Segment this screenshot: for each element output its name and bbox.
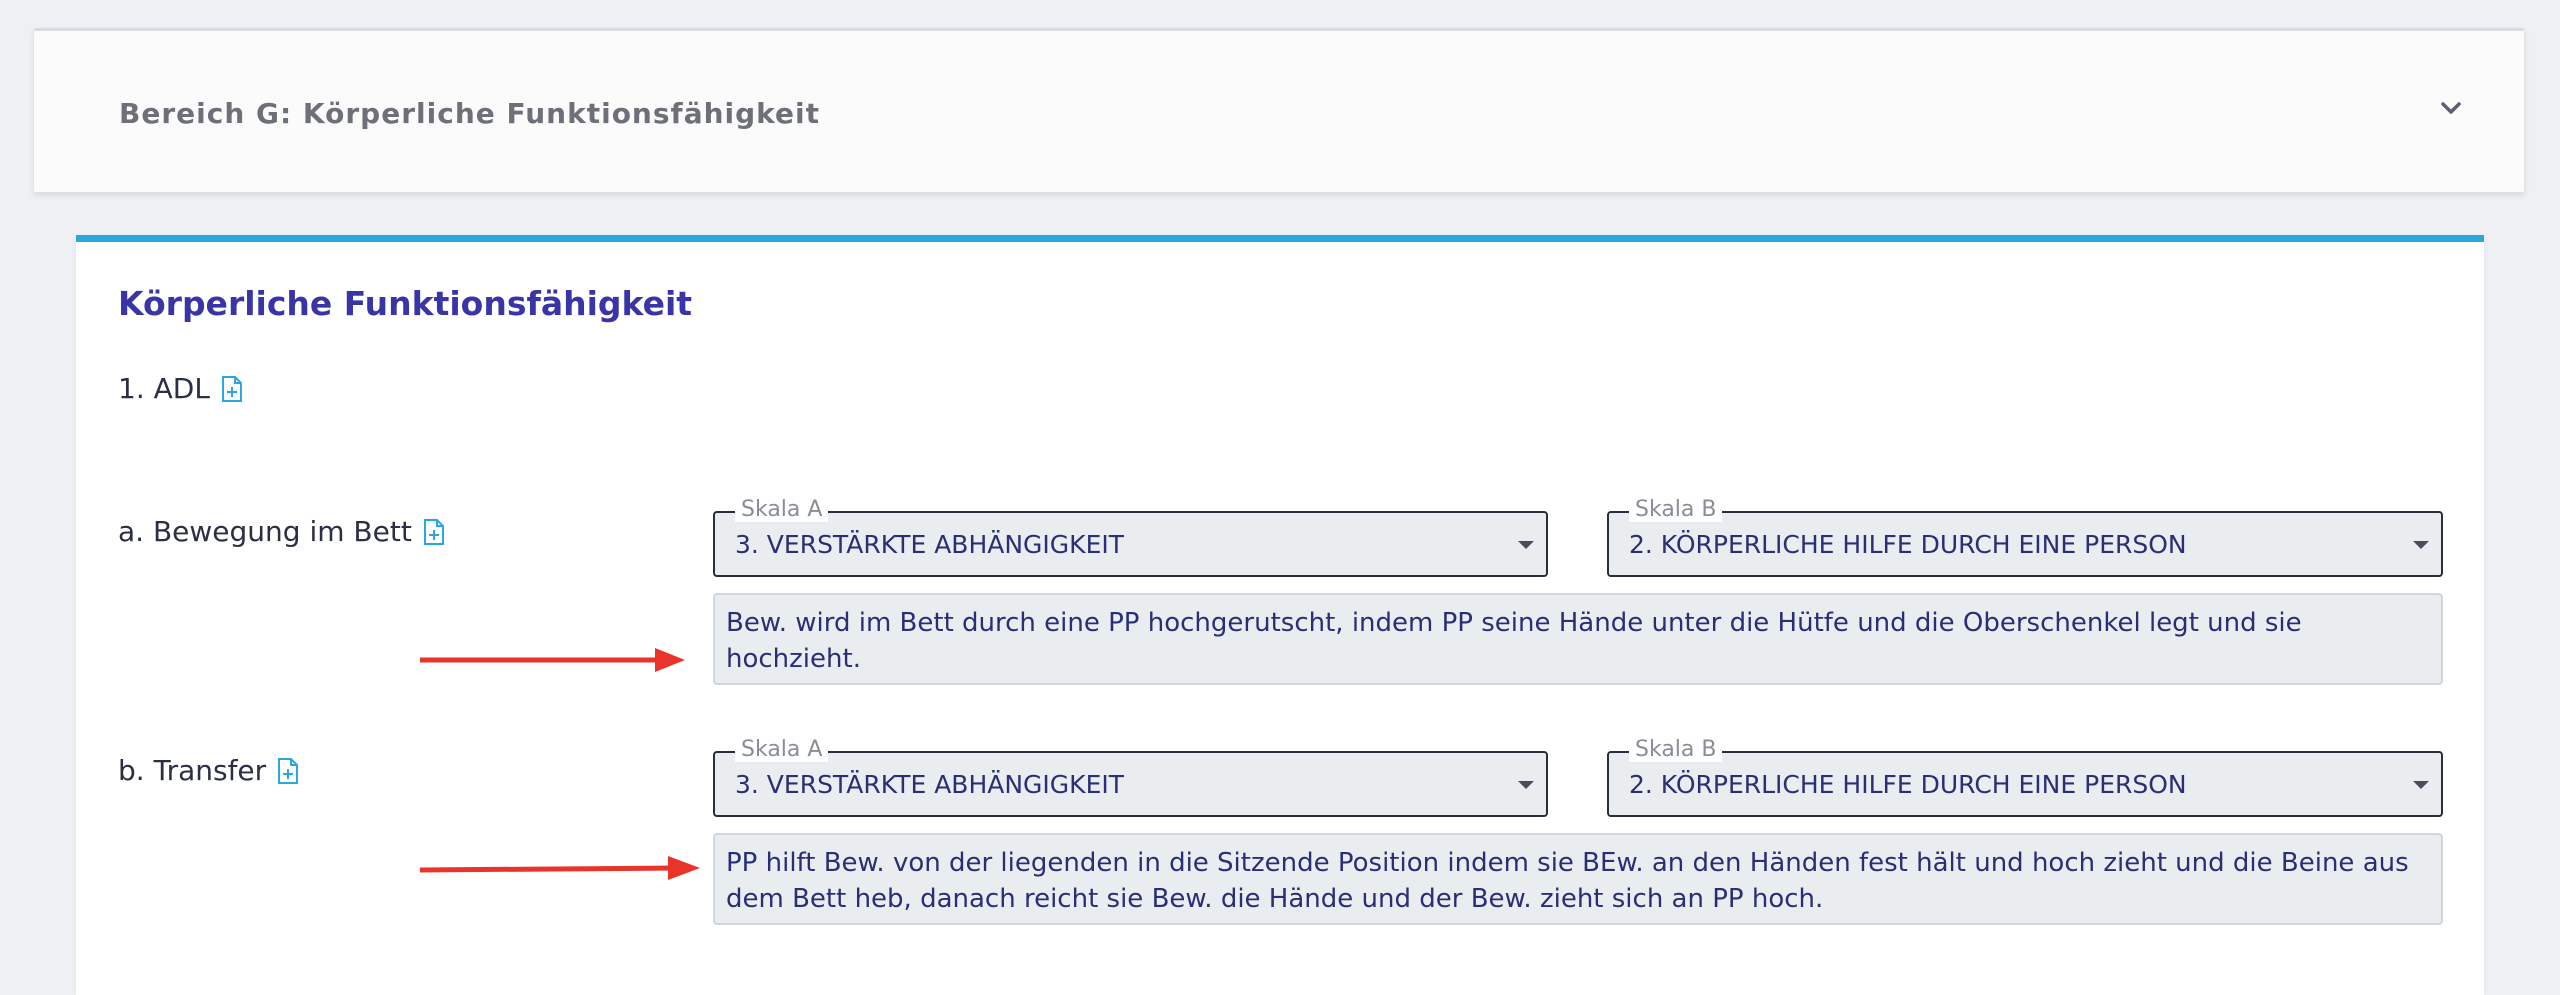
- add-document-icon[interactable]: [276, 757, 300, 785]
- annotation-arrow-icon: [420, 648, 685, 672]
- add-document-icon[interactable]: [220, 375, 244, 403]
- dropdown-caret-icon: [1518, 781, 1534, 789]
- skala-a-label: Skala A: [735, 737, 829, 762]
- item-a-label: a. Bewegung im Bett: [118, 515, 446, 548]
- item-b-note-textarea[interactable]: PP hilft Bew. von der liegenden in die S…: [713, 833, 2443, 925]
- skala-a-label: Skala A: [735, 497, 829, 522]
- item-a-skala-b-select[interactable]: Skala B 2. KÖRPERLICHE HILFE DURCH EINE …: [1607, 497, 2443, 577]
- item-b-skala-a-select[interactable]: Skala A 3. VERSTÄRKTE ABHÄNGIGKEIT: [713, 737, 1548, 817]
- item-a-label-text: a. Bewegung im Bett: [118, 515, 412, 548]
- item-a-skala-a-select[interactable]: Skala A 3. VERSTÄRKTE ABHÄNGIGKEIT: [713, 497, 1548, 577]
- adl-heading-text: 1. ADL: [118, 372, 210, 405]
- item-a-note-textarea[interactable]: Bew. wird im Bett durch eine PP hochgeru…: [713, 593, 2443, 685]
- top-strip: [0, 0, 2560, 28]
- card-title: Körperliche Funktionsfähigkeit: [118, 284, 693, 323]
- adl-heading: 1. ADL: [118, 372, 244, 405]
- item-b-skala-b-select[interactable]: Skala B 2. KÖRPERLICHE HILFE DURCH EINE …: [1607, 737, 2443, 817]
- dropdown-caret-icon: [1518, 541, 1534, 549]
- item-b-label-text: b. Transfer: [118, 754, 267, 787]
- skala-b-label: Skala B: [1629, 737, 1723, 762]
- skala-b-label: Skala B: [1629, 497, 1723, 522]
- section-accordion-header[interactable]: Bereich G: Körperliche Funktionsfähigkei…: [34, 28, 2524, 192]
- chevron-down-icon[interactable]: [2436, 93, 2466, 123]
- skala-b-value: 2. KÖRPERLICHE HILFE DURCH EINE PERSON: [1629, 530, 2187, 559]
- skala-a-value: 3. VERSTÄRKTE ABHÄNGIGKEIT: [735, 530, 1125, 559]
- annotation-arrow-icon: [419, 856, 700, 880]
- dropdown-caret-icon: [2413, 541, 2429, 549]
- dropdown-caret-icon: [2413, 781, 2429, 789]
- add-document-icon[interactable]: [422, 518, 446, 546]
- accordion-title: Bereich G: Körperliche Funktionsfähigkei…: [119, 97, 821, 130]
- skala-a-value: 3. VERSTÄRKTE ABHÄNGIGKEIT: [735, 770, 1125, 799]
- skala-b-value: 2. KÖRPERLICHE HILFE DURCH EINE PERSON: [1629, 770, 2187, 799]
- item-b-label: b. Transfer: [118, 754, 300, 787]
